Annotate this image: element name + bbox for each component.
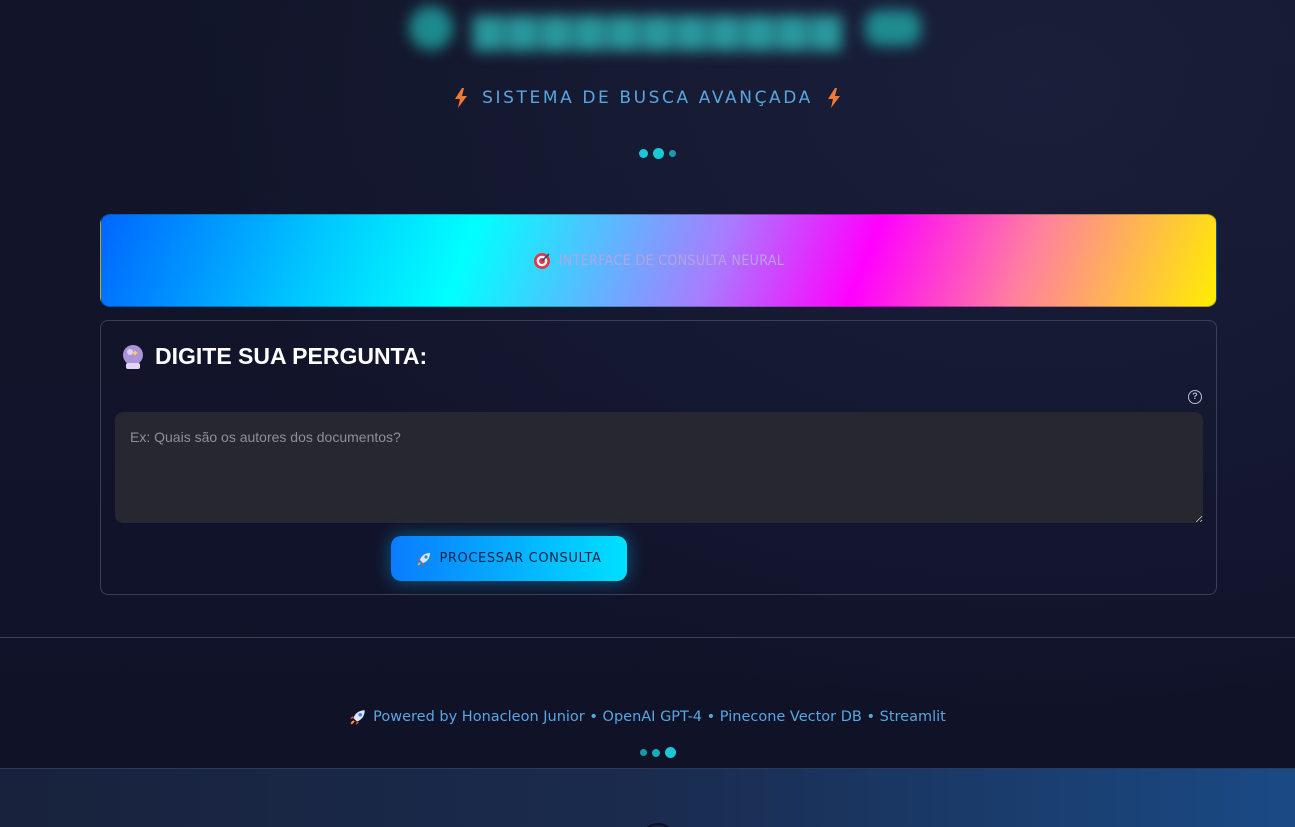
loading-dot bbox=[639, 149, 648, 158]
logo-icon-right bbox=[864, 10, 921, 46]
logo-icon bbox=[409, 6, 454, 50]
loading-dot bbox=[669, 150, 676, 157]
banner-text: INTERFACE DE CONSULTA NEURAL bbox=[558, 252, 785, 269]
subtitle-text: SISTEMA DE BUSCA AVANÇADA bbox=[482, 88, 813, 108]
rocket-icon bbox=[417, 552, 431, 566]
query-title-text: DIGITE SUA PERGUNTA: bbox=[155, 343, 428, 369]
rocket-icon bbox=[350, 710, 365, 725]
footer-text: Powered by Honacleon Junior • OpenAI GPT… bbox=[373, 709, 946, 725]
lightning-bolt-icon bbox=[827, 88, 840, 108]
loading-dots-top bbox=[639, 148, 676, 159]
loading-dot bbox=[665, 747, 676, 758]
bottom-panel bbox=[0, 768, 1295, 827]
process-button-label: PROCESSAR CONSULTA bbox=[439, 551, 602, 566]
app-title-blurred: ▆▆▆▆▆▆▆▆▆▆▆ bbox=[400, 0, 930, 56]
page-subtitle: SISTEMA DE BUSCA AVANÇADA bbox=[0, 84, 1295, 112]
lightning-bolt-icon bbox=[455, 88, 468, 108]
app-title-glow: ▆▆▆▆▆▆▆▆▆▆▆ bbox=[473, 5, 845, 51]
neural-interface-banner: INTERFACE DE CONSULTA NEURAL bbox=[100, 214, 1217, 307]
question-input[interactable] bbox=[115, 412, 1203, 523]
target-icon bbox=[533, 252, 550, 269]
banner-label: INTERFACE DE CONSULTA NEURAL bbox=[533, 252, 785, 270]
section-divider bbox=[0, 637, 1295, 638]
footer-credits: Powered by Honacleon Junior • OpenAI GPT… bbox=[0, 705, 1295, 729]
loading-dot bbox=[653, 148, 664, 159]
query-card: DIGITE SUA PERGUNTA: ? PROCESSAR CONSULT… bbox=[100, 320, 1217, 595]
process-query-button[interactable]: PROCESSAR CONSULTA bbox=[391, 536, 627, 581]
crystal-ball-icon bbox=[123, 344, 143, 369]
loading-dot bbox=[640, 749, 647, 756]
loading-dot bbox=[652, 748, 660, 757]
panel-handle[interactable] bbox=[640, 823, 676, 827]
loading-dots-bottom bbox=[640, 747, 676, 758]
query-card-title: DIGITE SUA PERGUNTA: bbox=[121, 343, 427, 370]
help-circle-icon[interactable]: ? bbox=[1188, 390, 1202, 404]
